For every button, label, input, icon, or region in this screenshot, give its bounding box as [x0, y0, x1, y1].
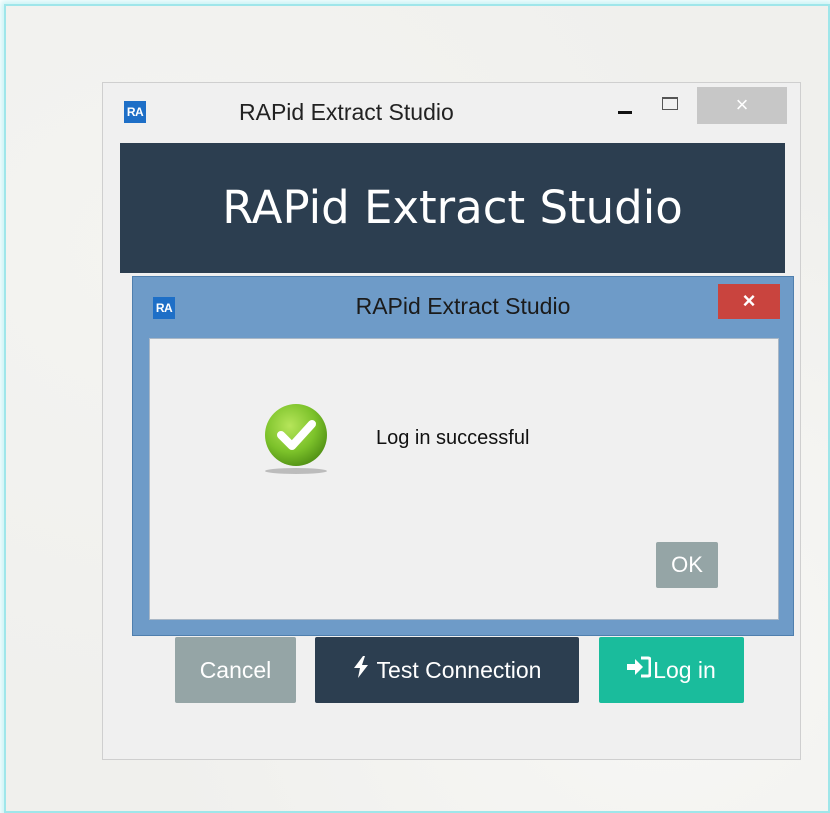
desktop: RA RAPid Extract Studio × RAPid Extract … [4, 4, 830, 813]
maximize-button[interactable] [662, 97, 678, 110]
ok-button[interactable]: OK [656, 542, 718, 588]
minimize-button[interactable] [618, 111, 632, 114]
cancel-button-label: Cancel [199, 657, 272, 683]
banner-title: RAPid Extract Studio [222, 181, 683, 234]
app-logo-icon: RA [124, 101, 146, 123]
test-connection-label: Test Connection [376, 657, 542, 683]
login-label: Log in [653, 657, 716, 683]
header-banner: RAPid Extract Studio [120, 143, 785, 273]
dialog-body: Log in successful OK [149, 338, 779, 620]
dialog-message: Log in successful [376, 427, 530, 449]
message-dialog: RA RAPid Extract Studio × Log in success… [132, 276, 794, 636]
dialog-close-button[interactable]: × [718, 284, 780, 319]
window-title: RAPid Extract Studio [239, 99, 454, 125]
test-connection-button[interactable]: Test Connection [315, 637, 579, 703]
main-titlebar: RA RAPid Extract Studio × [103, 83, 800, 141]
sign-in-icon [627, 637, 652, 703]
success-check-icon [261, 402, 331, 476]
bolt-icon [353, 637, 369, 703]
dialog-title: RAPid Extract Studio [355, 293, 571, 319]
login-button[interactable]: Log in [599, 637, 744, 703]
cancel-button[interactable]: Cancel [175, 637, 296, 703]
close-button[interactable]: × [697, 87, 787, 124]
